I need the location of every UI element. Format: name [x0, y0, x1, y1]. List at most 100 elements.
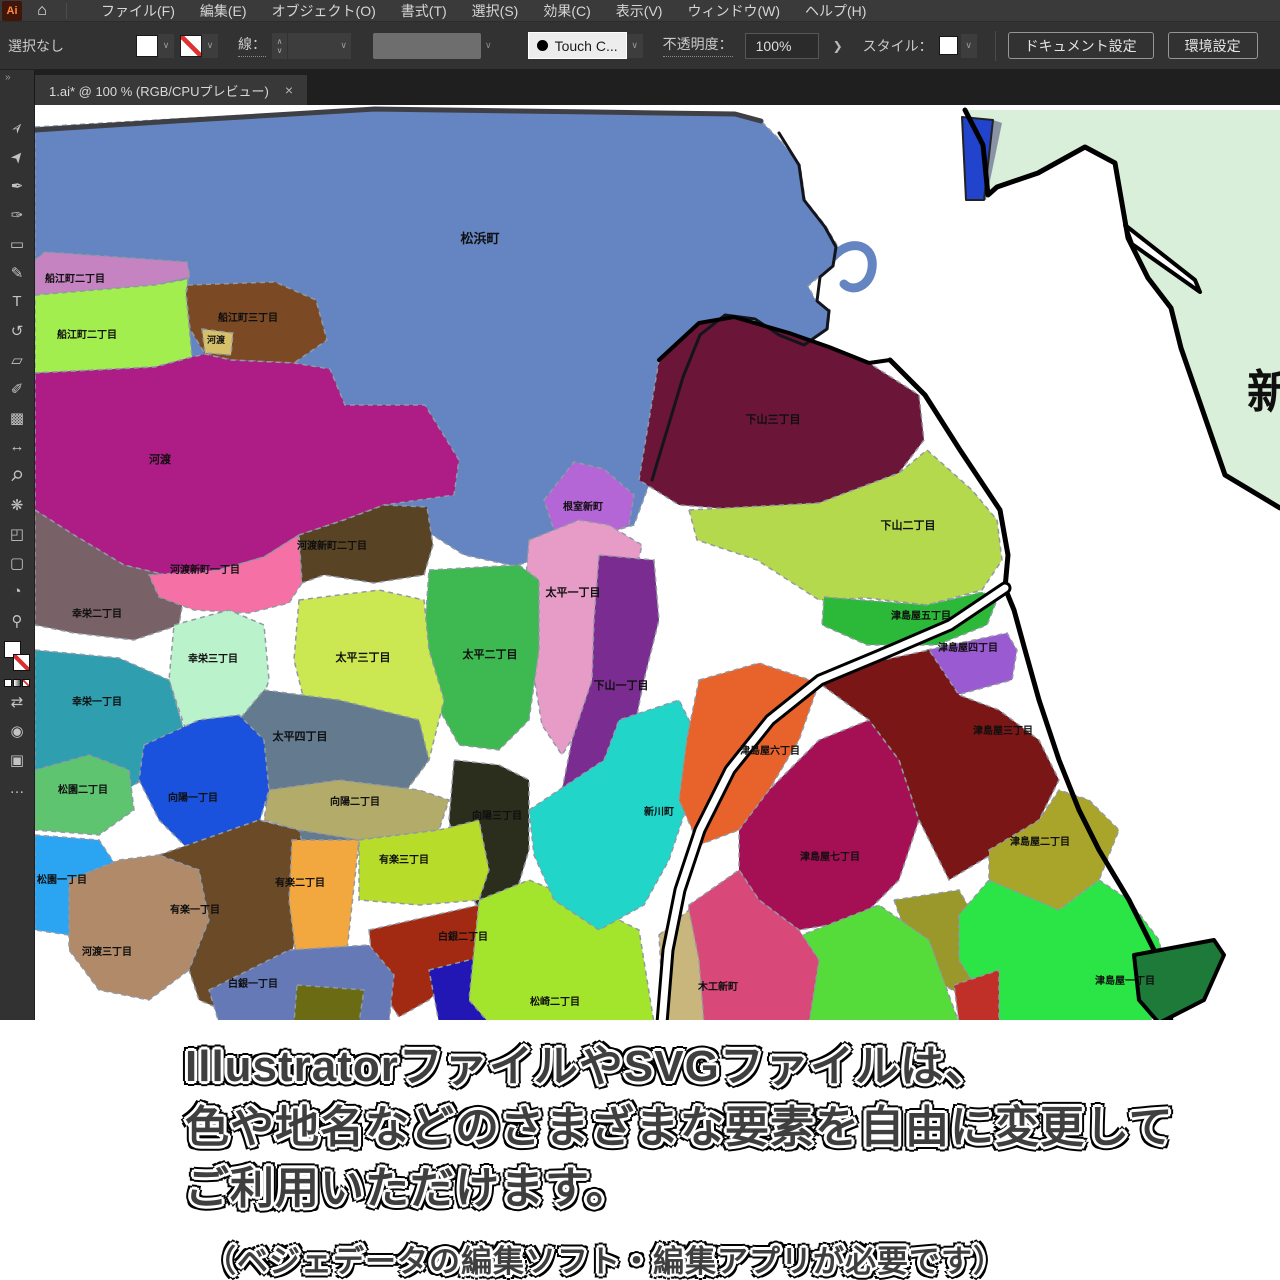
- menu-help[interactable]: ヘルプ(H): [805, 1, 866, 21]
- menu-separator: [66, 3, 67, 19]
- eraser-tool-icon[interactable]: ▱: [2, 345, 32, 374]
- fill-color-swatch[interactable]: [136, 35, 158, 57]
- region-label-koyo2: 向陽二丁目: [330, 795, 380, 808]
- panel-collapse-icon[interactable]: »: [0, 70, 35, 105]
- menu-effect[interactable]: 効果(C): [543, 1, 590, 21]
- region-label-yuraku2: 有楽二丁目: [275, 876, 325, 889]
- toolbar-stroke-swatch[interactable]: [13, 654, 30, 671]
- region-label-taihei1: 太平一丁目: [545, 585, 601, 599]
- illustrator-app-icon[interactable]: Ai: [2, 1, 22, 21]
- shaper-tool-icon[interactable]: ✐: [2, 374, 32, 403]
- region-label-mokko-shinmachi: 木工新町: [697, 980, 738, 993]
- menu-type[interactable]: 書式(T): [401, 1, 447, 21]
- home-icon[interactable]: ⌂: [24, 2, 60, 20]
- selection-status: 選択なし: [8, 36, 136, 56]
- region-label-shimoyama1: 下山一丁目: [594, 678, 649, 692]
- none-icon[interactable]: [22, 679, 30, 687]
- region-label-tsushimaya2: 津島屋二丁目: [1010, 835, 1070, 848]
- region-kowatari3[interactable]: [69, 855, 209, 1000]
- region-label-shimoyama2: 下山二丁目: [881, 518, 936, 532]
- region-label-kawatoshin1: 河渡新町一丁目: [170, 563, 240, 576]
- menu-object[interactable]: オブジェクト(O): [272, 1, 376, 21]
- illustrator-window: Ai ⌂ ファイル(F) 編集(E) オブジェクト(O) 書式(T) 選択(S) 効果(C…: [0, 0, 1280, 1280]
- menu-window[interactable]: ウィンドウ(W): [687, 1, 780, 21]
- opacity-label[interactable]: 不透明度：: [663, 34, 733, 57]
- gradient-icon[interactable]: [13, 679, 21, 687]
- stroke-weight-label[interactable]: 線：: [238, 34, 266, 57]
- graph-tool-icon[interactable]: ◔: [2, 577, 32, 606]
- gradient-tool-icon[interactable]: ▩: [2, 403, 32, 432]
- region-label-nemuro-shinmachi: 根室新町: [563, 500, 603, 513]
- region-label-funae2-strip: 船江町二丁目: [45, 272, 105, 285]
- region-label-shirogane1: 白銀一丁目: [228, 977, 278, 990]
- document-tab-bar: » 1.ai* @ 100 % (RGB/CPUプレビュー) ×: [0, 70, 1280, 105]
- touch-chevron-icon[interactable]: ∨: [627, 34, 643, 58]
- land-topright: [965, 110, 1280, 510]
- more-tools-icon[interactable]: …: [2, 774, 32, 803]
- stroke-chevron-icon[interactable]: ∨: [202, 34, 218, 58]
- region-label-matsuzono1: 松園一丁目: [37, 873, 87, 886]
- region-label-kouei2: 幸栄二丁目: [72, 607, 122, 620]
- screen-mode-icon[interactable]: ▣: [2, 745, 32, 774]
- menu-edit[interactable]: 編集(E): [200, 1, 247, 21]
- region-label-kowatari-s: 河渡: [207, 334, 226, 345]
- paintbrush-tool-icon[interactable]: ✎: [2, 258, 32, 287]
- brush-chevron-icon[interactable]: ∨: [485, 40, 492, 51]
- region-label-koyo3: 向陽三丁目: [472, 809, 522, 822]
- region-label-matsuzaki2: 松崎二丁目: [530, 995, 580, 1008]
- combo-chevron-icon[interactable]: ∨: [340, 40, 347, 51]
- menu-items: ファイル(F) 編集(E) オブジェクト(O) 書式(T) 選択(S) 効果(C) 表示(V…: [73, 1, 866, 21]
- document-tab-title: 1.ai* @ 100 % (RGB/CPUプレビュー): [49, 81, 269, 100]
- stroke-weight-stepper[interactable]: ∧∨: [272, 33, 287, 59]
- region-yuraku2[interactable]: [289, 840, 359, 960]
- stepper-down-icon[interactable]: ∨: [277, 46, 283, 55]
- document-tab[interactable]: 1.ai* @ 100 % (RGB/CPUプレビュー) ×: [35, 75, 307, 105]
- rectangle-tool-icon[interactable]: ▭: [2, 229, 32, 258]
- menu-view[interactable]: 表示(V): [616, 1, 663, 21]
- style-swatch[interactable]: [939, 36, 958, 55]
- swap-fill-stroke-icon[interactable]: ⇄: [2, 687, 32, 716]
- region-label-yuraku3: 有楽三丁目: [379, 853, 429, 866]
- stroke-weight-combo[interactable]: ∨: [287, 33, 351, 59]
- preferences-button[interactable]: 環境設定: [1168, 32, 1258, 59]
- artboard-tool-icon[interactable]: ▢: [2, 548, 32, 577]
- region-olive-small[interactable]: [294, 985, 364, 1020]
- rotate-tool-icon[interactable]: ↺: [2, 316, 32, 345]
- opacity-input[interactable]: 100%: [745, 33, 819, 59]
- stepper-up-icon[interactable]: ∧: [277, 37, 283, 46]
- menu-bar: Ai ⌂ ファイル(F) 編集(E) オブジェクト(O) 書式(T) 選択(S) 効果(C…: [0, 0, 1280, 22]
- zoom-tool-icon[interactable]: ⚲: [2, 606, 32, 635]
- region-label-shirogane2: 白銀二丁目: [438, 930, 488, 943]
- style-label: スタイル：: [863, 36, 933, 56]
- tab-close-icon[interactable]: ×: [285, 82, 293, 98]
- brush-variable-width-combo[interactable]: Touch C...: [528, 32, 627, 59]
- region-label-funae3: 船江町三丁目: [218, 311, 278, 324]
- document-canvas[interactable]: 松浜町船江町二丁目船江町二丁目船江町三丁目河渡河渡幸栄二丁目河渡新町一丁目河渡新…: [35, 105, 1280, 1020]
- map-artwork[interactable]: 松浜町船江町二丁目船江町二丁目船江町三丁目河渡河渡幸栄二丁目河渡新町一丁目河渡新…: [35, 105, 1280, 1020]
- curvature-tool-icon[interactable]: ✑: [2, 200, 32, 229]
- draw-mode-icon[interactable]: ◉: [2, 716, 32, 745]
- region-label-big: 新: [1247, 366, 1280, 418]
- region-label-kawatoshin2: 河渡新町二丁目: [297, 539, 367, 552]
- stroke-color-swatch[interactable]: [180, 35, 202, 57]
- color-icon[interactable]: [4, 679, 12, 687]
- type-tool-icon[interactable]: T: [2, 287, 32, 316]
- fill-chevron-icon[interactable]: ∨: [158, 34, 174, 58]
- region-label-koyo1: 向陽一丁目: [168, 791, 218, 804]
- toolbar-fill-stroke[interactable]: [4, 641, 30, 671]
- menu-select[interactable]: 選択(S): [472, 1, 519, 21]
- brush-name: Touch C...: [555, 38, 618, 54]
- region-label-tsushimaya6: 津島屋六丁目: [740, 744, 800, 757]
- color-mode-strip[interactable]: [4, 679, 30, 687]
- menu-file[interactable]: ファイル(F): [101, 1, 175, 21]
- caption-line: 色や地名などのさまざまな要素を自由に変更して: [185, 1097, 1280, 1158]
- region-label-shinkawa: 新川町: [644, 805, 674, 818]
- shape-builder-tool-icon[interactable]: ◰: [2, 519, 32, 548]
- opacity-arrow-icon[interactable]: ❯: [827, 33, 849, 59]
- region-funae2[interactable]: [35, 279, 192, 373]
- brush-definition-combo[interactable]: [373, 33, 481, 59]
- style-chevron-icon[interactable]: ∨: [961, 34, 977, 58]
- document-setup-button[interactable]: ドキュメント設定: [1008, 32, 1154, 59]
- caption-line: IllustratorファイルやSVGファイルは、: [185, 1036, 1280, 1097]
- region-label-funae2: 船江町二丁目: [57, 328, 117, 341]
